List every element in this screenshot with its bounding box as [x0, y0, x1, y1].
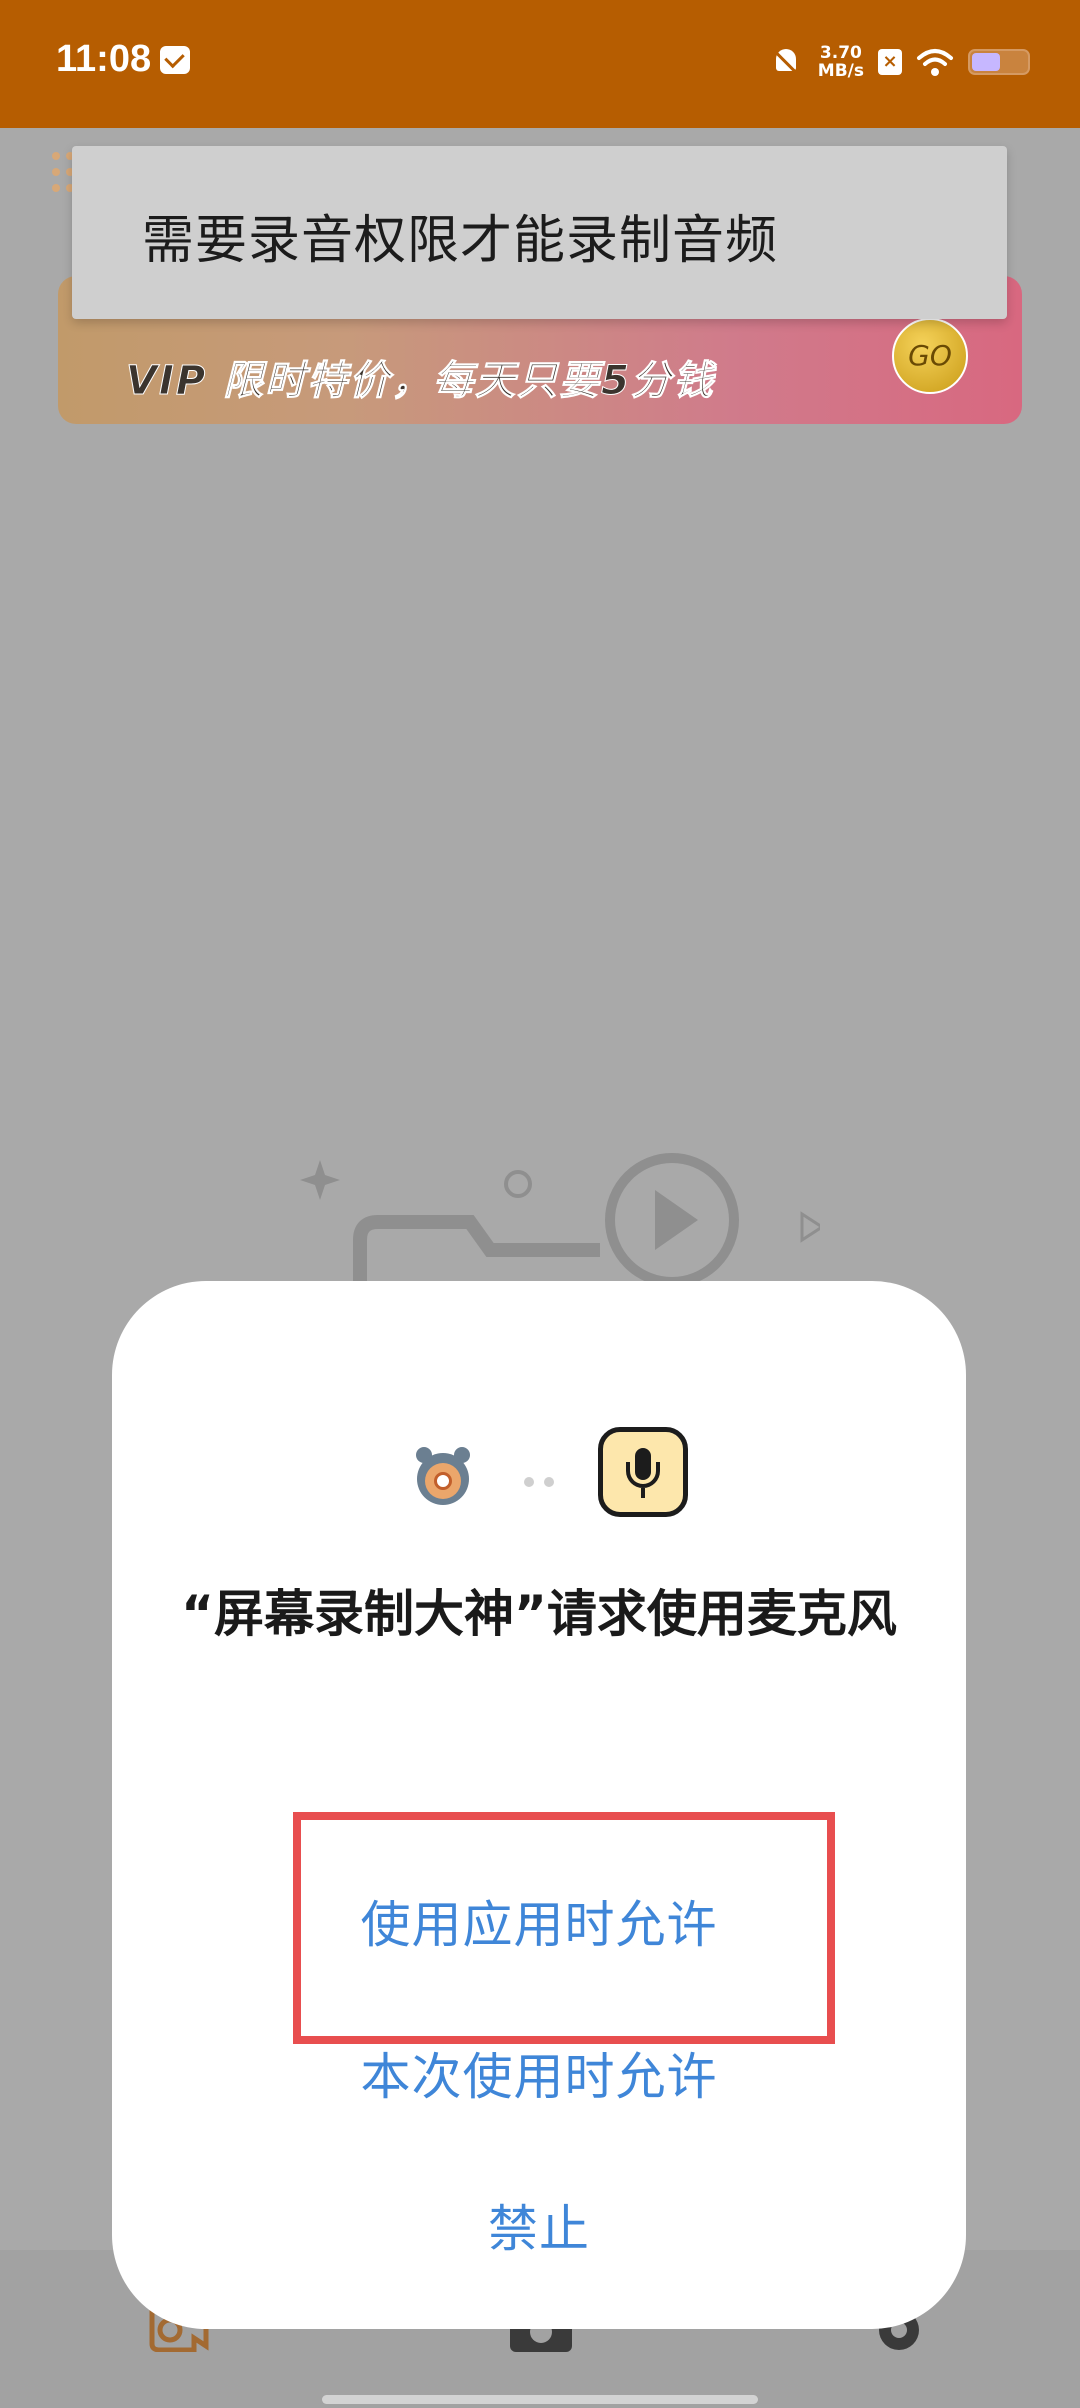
x-box-icon: × [878, 49, 902, 75]
network-speed-value: 3.70 [819, 43, 862, 63]
status-icons: 3.70 MB/s × [770, 40, 1030, 84]
network-speed-unit: MB/s [817, 61, 864, 81]
empty-state-illustration [300, 1153, 820, 1290]
status-time: 11:08 [56, 38, 152, 80]
deny-button[interactable]: 禁止 [112, 2189, 966, 2261]
bell-muted-icon [770, 45, 804, 79]
allow-once-button[interactable]: 本次使用时允许 [112, 2037, 966, 2109]
connector-dots [524, 1472, 564, 1491]
battery-icon [968, 49, 1030, 75]
dialog-title: “屏幕录制大神”请求使用麦克风 [181, 1585, 897, 1643]
status-bar: 11:08 3.70 MB/s × [0, 0, 1080, 128]
vip-banner-text: VIP 限时特价，每天只要5分钱 [126, 358, 715, 405]
permission-dialog: “屏幕录制大神”请求使用麦克风 使用应用时允许 本次使用时允许 禁止 [112, 1281, 966, 2329]
app-icon [417, 1453, 469, 1505]
wifi-icon [916, 47, 954, 77]
network-speed: 3.70 MB/s [818, 44, 864, 80]
mail-icon [160, 46, 190, 74]
go-button[interactable]: GO [892, 318, 968, 394]
microphone-icon [598, 1427, 688, 1517]
permission-icons [112, 1427, 966, 1523]
allow-while-using-button[interactable]: 使用应用时允许 [112, 1885, 966, 1957]
home-indicator[interactable] [322, 2395, 758, 2404]
toast-message: 需要录音权限才能录制音频 [72, 146, 1007, 319]
toast-text: 需要录音权限才能录制音频 [142, 211, 779, 271]
